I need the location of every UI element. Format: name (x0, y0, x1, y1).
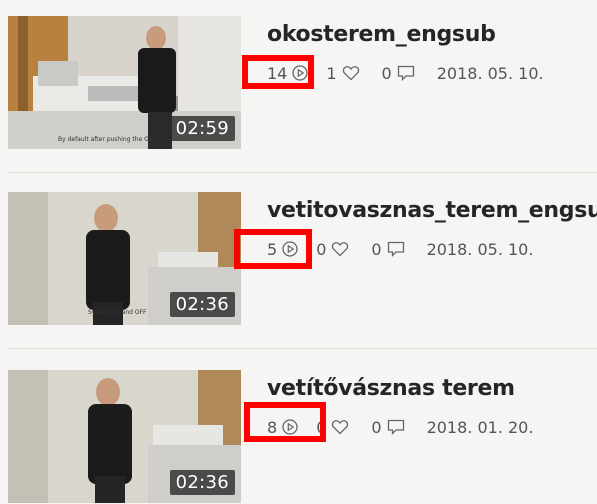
video-thumbnail[interactable]: By default after pushing the ON 02:59 (8, 16, 241, 149)
duration-badge: 02:36 (169, 470, 235, 495)
play-count: 5 (267, 240, 298, 259)
play-count-value: 14 (267, 63, 288, 83)
video-title[interactable]: vetitovasznas_terem_engsub (267, 198, 597, 223)
comment-count-value: 0 (371, 417, 382, 437)
comment-icon (397, 65, 414, 81)
duration-badge: 02:59 (169, 116, 235, 141)
comment-icon (387, 241, 404, 257)
video-item[interactable]: 02:36 vetítővásznas terem 8 0 0 2018. 01… (0, 348, 597, 504)
play-count-value: 8 (267, 417, 278, 437)
like-count-value: 0 (316, 417, 327, 437)
video-stats: 14 1 0 2018. 05. 10. (267, 62, 544, 84)
upload-date: 2018. 05. 10. (436, 63, 544, 83)
video-title[interactable]: vetítővásznas terem (267, 376, 515, 401)
divider (8, 172, 597, 173)
play-circle-icon (282, 419, 298, 435)
comment-count-value: 0 (381, 63, 392, 83)
video-item[interactable]: By default after pushing the ON 02:59 ok… (0, 0, 597, 150)
video-stats: 8 0 0 2018. 01. 20. (267, 416, 533, 438)
comment-count[interactable]: 0 (371, 240, 404, 259)
play-count-value: 5 (267, 239, 278, 259)
heart-icon (342, 66, 359, 81)
play-circle-icon (292, 65, 309, 81)
comment-count[interactable]: 0 (371, 418, 404, 437)
heart-icon (332, 420, 349, 435)
comment-icon (387, 419, 404, 435)
video-title[interactable]: okosterem_engsub (267, 22, 496, 47)
heart-icon (332, 242, 349, 257)
video-thumbnail[interactable]: 02:36 (8, 370, 241, 503)
upload-date: 2018. 05. 10. (426, 239, 534, 259)
play-circle-icon (282, 241, 298, 257)
video-list: By default after pushing the ON 02:59 ok… (0, 0, 597, 504)
upload-date: 2018. 01. 20. (426, 417, 534, 437)
like-count[interactable]: 0 (316, 418, 349, 437)
like-count[interactable]: 1 (326, 64, 359, 83)
like-count[interactable]: 0 (316, 240, 349, 259)
play-count: 14 (267, 63, 309, 83)
play-count: 8 (267, 418, 298, 437)
comment-count[interactable]: 0 (382, 64, 415, 83)
like-count-value: 1 (326, 63, 337, 83)
video-stats: 5 0 0 2018. 05. 10. (267, 238, 533, 260)
video-thumbnail[interactable]: System on and OFF 02:36 (8, 192, 241, 325)
like-count-value: 0 (316, 239, 327, 259)
thumbnail-caption: By default after pushing the ON (58, 136, 153, 143)
thumbnail-caption: System on and OFF (88, 309, 147, 316)
duration-badge: 02:36 (169, 292, 235, 317)
divider (8, 348, 597, 349)
video-item[interactable]: System on and OFF 02:36 vetitovasznas_te… (0, 172, 597, 326)
comment-count-value: 0 (371, 239, 382, 259)
